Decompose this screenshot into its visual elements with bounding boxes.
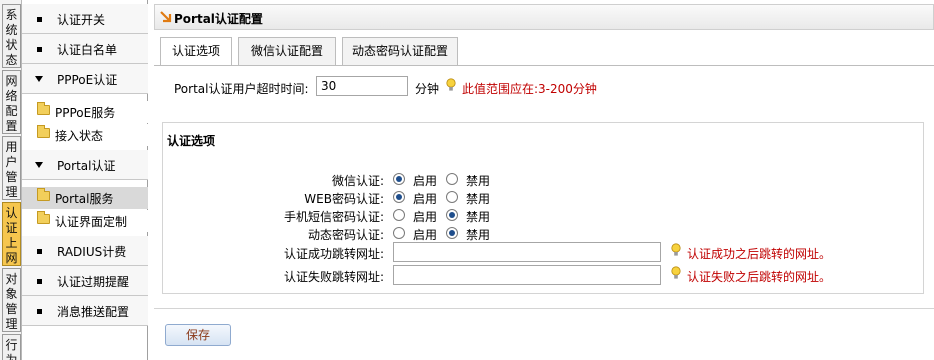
sidebar-subitem-label: 认证界面定制 — [55, 215, 128, 229]
vtab-auth-internet[interactable]: 认证上网 — [2, 202, 21, 266]
sidebar-item-pppoe-auth[interactable]: PPPoE认证 — [22, 64, 148, 94]
timeout-hint: 此值范围应在:3-200分钟 — [462, 82, 597, 96]
enable-label: 启用 — [413, 192, 438, 206]
group-title: 认证选项 — [167, 134, 216, 148]
bullet-icon — [37, 17, 42, 22]
folder-icon — [37, 211, 50, 224]
sidebar-item-label: 认证开关 — [57, 13, 106, 27]
disable-label: 禁用 — [466, 174, 491, 188]
vtab-system-status[interactable]: 系统状态 — [2, 4, 21, 68]
sidebar-subitem-label: 接入状态 — [55, 129, 104, 143]
vtab-label: 系统状态 — [5, 8, 18, 67]
tab-label: 动态密码认证配置 — [351, 44, 448, 58]
sidebar-subitem-pppoe-service[interactable]: PPPoE服务 — [22, 101, 148, 123]
sidebar-subitem-portal-service[interactable]: Portal服务 — [22, 187, 148, 209]
tab-wechat-auth-config[interactable]: 微信认证配置 — [238, 37, 336, 65]
lightbulb-icon — [671, 243, 681, 256]
arrow-icon — [160, 11, 172, 23]
vtab-label: 行为 — [5, 338, 18, 360]
wechat-auth-disable-radio[interactable] — [446, 173, 458, 185]
sidebar-subitem-label: PPPoE服务 — [55, 106, 116, 120]
success-url-input[interactable] — [393, 242, 661, 262]
bullet-icon — [37, 249, 42, 254]
lightbulb-icon — [446, 78, 456, 91]
sidebar-item-label: Portal认证 — [57, 159, 116, 173]
sidebar-item-auth-expiry-reminder[interactable]: 认证过期提醒 — [22, 266, 148, 296]
lightbulb-icon — [671, 266, 681, 279]
sidebar-item-radius-billing[interactable]: RADIUS计费 — [22, 236, 148, 266]
sidebar-item-portal-auth[interactable]: Portal认证 — [22, 150, 148, 180]
success-url-hint: 认证成功之后跳转的网址。 — [687, 247, 832, 261]
expand-triangle-icon — [35, 162, 43, 168]
fail-url-input[interactable] — [393, 265, 661, 285]
wechat-auth-label: 微信认证: — [331, 174, 384, 188]
tab-label: 微信认证配置 — [250, 44, 323, 58]
save-button[interactable]: 保存 — [165, 324, 231, 346]
divider — [154, 308, 934, 309]
disable-label: 禁用 — [466, 210, 491, 224]
vtab-user-management[interactable]: 用户管理 — [2, 136, 21, 200]
sidebar-item-label: 认证白名单 — [57, 43, 118, 57]
sidebar: 认证开关 认证白名单 PPPoE认证 PPPoE服务 接入状态 Portal认证… — [22, 0, 148, 360]
web-password-auth-enable-radio[interactable] — [393, 191, 405, 203]
main-panel: Portal认证配置 认证选项 微信认证配置 动态密码认证配置 Portal认证… — [154, 4, 934, 360]
wechat-auth-enable-radio[interactable] — [393, 173, 405, 185]
vtab-network-config[interactable]: 网络配置 — [2, 70, 21, 134]
tab-dynamic-password-config[interactable]: 动态密码认证配置 — [342, 37, 458, 65]
folder-icon — [37, 188, 50, 201]
fail-url-label: 认证失败跳转网址: — [283, 270, 384, 284]
enable-label: 启用 — [413, 210, 438, 224]
sidebar-item-label: PPPoE认证 — [57, 73, 118, 87]
sms-password-auth-enable-radio[interactable] — [393, 209, 405, 221]
sidebar-subitem-auth-page-custom[interactable]: 认证界面定制 — [22, 210, 148, 232]
sidebar-subitem-access-status[interactable]: 接入状态 — [22, 124, 148, 146]
vtab-label: 用户管理 — [5, 140, 18, 199]
vtab-object-management[interactable]: 对象管理 — [2, 268, 21, 332]
sms-password-auth-label: 手机短信密码认证: — [283, 210, 384, 224]
bullet-icon — [37, 309, 42, 314]
tab-auth-options[interactable]: 认证选项 — [160, 37, 232, 66]
expand-triangle-icon — [35, 76, 43, 82]
sidebar-item-label: 认证过期提醒 — [57, 275, 130, 289]
disable-label: 禁用 — [466, 228, 491, 242]
sms-password-auth-disable-radio[interactable] — [446, 209, 458, 221]
disable-label: 禁用 — [466, 192, 491, 206]
web-password-auth-disable-radio[interactable] — [446, 191, 458, 203]
timeout-input[interactable]: 30 — [316, 76, 408, 96]
sidebar-item-label: 消息推送配置 — [57, 305, 130, 319]
page-title: Portal认证配置 — [174, 12, 263, 26]
bullet-icon — [37, 47, 42, 52]
sidebar-item-message-push[interactable]: 消息推送配置 — [22, 296, 148, 326]
web-password-auth-label: WEB密码认证: — [304, 192, 384, 206]
fail-url-hint: 认证失败之后跳转的网址。 — [687, 270, 832, 284]
bullet-icon — [37, 279, 42, 284]
sidebar-subitem-label: Portal服务 — [55, 192, 114, 206]
vtab-label: 认证上网 — [5, 206, 18, 265]
folder-icon — [37, 102, 50, 115]
vertical-tab-bar: 系统状态 网络配置 用户管理 认证上网 对象管理 行为 — [0, 0, 22, 360]
enable-label: 启用 — [413, 228, 438, 242]
tab-label: 认证选项 — [171, 44, 220, 58]
success-url-label: 认证成功跳转网址: — [283, 247, 384, 261]
vtab-label: 对象管理 — [5, 272, 18, 331]
enable-label: 启用 — [413, 174, 438, 188]
panel-titlebar: Portal认证配置 — [154, 4, 934, 30]
dynamic-password-auth-enable-radio[interactable] — [393, 227, 405, 239]
dynamic-password-auth-label: 动态密码认证: — [307, 228, 384, 242]
timeout-label: Portal认证用户超时时间: — [174, 82, 309, 96]
vtab-label: 网络配置 — [5, 74, 18, 133]
sidebar-item-label: RADIUS计费 — [57, 245, 127, 259]
vtab-behavior[interactable]: 行为 — [2, 334, 21, 360]
dynamic-password-auth-disable-radio[interactable] — [446, 227, 458, 239]
sidebar-item-auth-switch[interactable]: 认证开关 — [22, 4, 148, 34]
sidebar-item-auth-whitelist[interactable]: 认证白名单 — [22, 34, 148, 64]
timeout-unit: 分钟 — [415, 82, 440, 96]
timeout-row: Portal认证用户超时时间: 30 分钟 此值范围应在:3-200分钟 — [154, 66, 934, 102]
folder-icon — [37, 125, 50, 138]
